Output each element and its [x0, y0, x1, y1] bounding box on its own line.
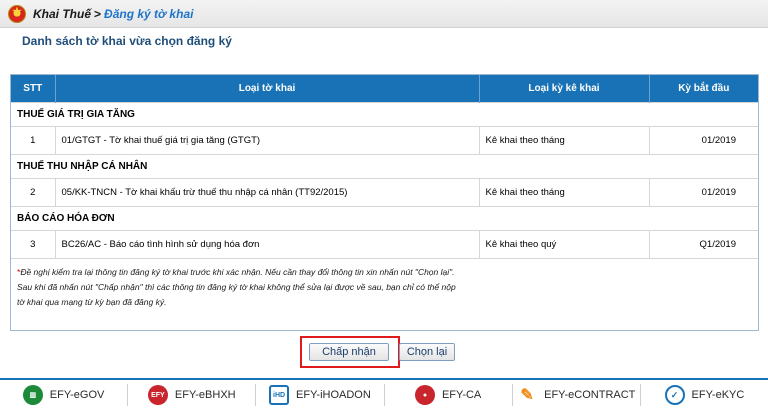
cell-period-type: Kê khai theo quý: [479, 230, 650, 259]
ebhxh-logo-icon: EFY: [147, 385, 168, 405]
cell-declaration-type: 01/GTGT - Tờ khai thuế giá trị gia tăng …: [55, 126, 480, 155]
table-row: 2 05/KK-TNCN - Tờ khai khấu trừ thuế thu…: [11, 178, 758, 207]
brand-egov[interactable]: ▥ EFY-eGOV: [0, 384, 129, 406]
econtract-logo-icon: ✎: [520, 387, 534, 404]
group-name: THUẾ THU NHẬP CÁ NHÂN: [11, 153, 758, 179]
brand-label: EFY-eBHXH: [174, 389, 236, 401]
ekyc-logo-icon: ✓: [664, 385, 685, 405]
group-name: BÁO CÁO HÓA ĐƠN: [11, 205, 758, 231]
brand-label: EFY-CA: [441, 389, 482, 401]
footer-brand-bar: ▥ EFY-eGOV EFY EFY-eBHXH iHD EFY-iHOADON…: [0, 378, 768, 410]
declaration-table-panel: STT Loại tờ khai Loại kỳ kê khai Kỳ bắt …: [10, 74, 759, 331]
brand-econtract[interactable]: ✎ EFY-eCONTRACT: [513, 384, 641, 406]
cell-period-type: Kê khai theo tháng: [479, 126, 650, 155]
header-start-period: Kỳ bắt đầu: [649, 75, 758, 102]
brand-ihoadon[interactable]: iHD EFY-iHOADON: [256, 384, 385, 406]
brand-label: EFY-eKYC: [691, 389, 745, 401]
brand-label: EFY-iHOADON: [296, 389, 371, 401]
note-line-2: Sau khi đã nhấn nút "Chấp nhận" thì các …: [17, 281, 456, 292]
reset-button[interactable]: Chọn lại: [399, 343, 455, 361]
note-line-1: *Đề nghị kiểm tra lại thông tin đăng ký …: [17, 265, 752, 280]
group-row: THUẾ THU NHẬP CÁ NHÂN: [11, 153, 758, 179]
breadcrumb-current[interactable]: Đăng ký tờ khai: [104, 7, 193, 21]
cell-declaration-type: BC26/AC - Báo cáo tình hình sử dụng hóa …: [55, 230, 480, 259]
ihoadon-logo-icon: iHD: [269, 385, 290, 405]
cell-start-period: 01/2019: [649, 178, 758, 207]
brand-label: EFY-eCONTRACT: [544, 389, 636, 401]
note-line-3: tờ khai qua mạng từ kỳ bạn đã đăng ký.: [17, 296, 167, 307]
registration-notes: *Đề nghị kiểm tra lại thông tin đăng ký …: [11, 259, 758, 310]
cell-stt: 1: [11, 126, 56, 155]
brand-ca[interactable]: ● EFY-CA: [385, 384, 513, 406]
breadcrumb-home[interactable]: Khai Thuế: [33, 7, 91, 21]
breadcrumb-separator: >: [94, 6, 102, 21]
egov-logo-icon: ▥: [22, 385, 43, 405]
declaration-table: STT Loại tờ khai Loại kỳ kê khai Kỳ bắt …: [11, 75, 758, 259]
group-row: THUẾ GIÁ TRỊ GIA TĂNG: [11, 101, 758, 127]
group-row: BÁO CÁO HÓA ĐƠN: [11, 205, 758, 231]
cell-stt: 2: [11, 178, 56, 207]
cell-period-type: Kê khai theo tháng: [479, 178, 650, 207]
table-header-row: STT Loại tờ khai Loại kỳ kê khai Kỳ bắt …: [11, 75, 758, 102]
ca-logo-icon: ●: [414, 385, 435, 405]
breadcrumb: Khai Thuế > Đăng ký tờ khai: [0, 0, 768, 28]
header-declaration-type: Loại tờ khai: [55, 75, 480, 102]
brand-ebhxh[interactable]: EFY EFY-eBHXH: [128, 384, 257, 406]
table-row: 1 01/GTGT - Tờ khai thuế giá trị gia tăn…: [11, 126, 758, 155]
cell-start-period: Q1/2019: [649, 230, 758, 259]
brand-ekyc[interactable]: ✓ EFY-eKYC: [641, 384, 768, 406]
header-period-type: Loại kỳ kê khai: [479, 75, 650, 102]
brand-label: EFY-eGOV: [49, 389, 105, 401]
note-line-1-text: Đề nghị kiểm tra lại thông tin đăng ký t…: [20, 266, 455, 277]
group-name: THUẾ GIÁ TRỊ GIA TĂNG: [11, 101, 758, 127]
table-row: 3 BC26/AC - Báo cáo tình hình sử dụng hó…: [11, 230, 758, 259]
header-stt: STT: [11, 75, 56, 102]
cell-stt: 3: [11, 230, 56, 259]
cell-start-period: 01/2019: [649, 126, 758, 155]
cell-declaration-type: 05/KK-TNCN - Tờ khai khấu trừ thuế thu n…: [55, 178, 480, 207]
national-emblem-icon: [8, 4, 26, 23]
page-title: Danh sách tờ khai vừa chọn đăng ký: [22, 34, 232, 48]
accept-button[interactable]: Chấp nhận: [309, 343, 389, 361]
